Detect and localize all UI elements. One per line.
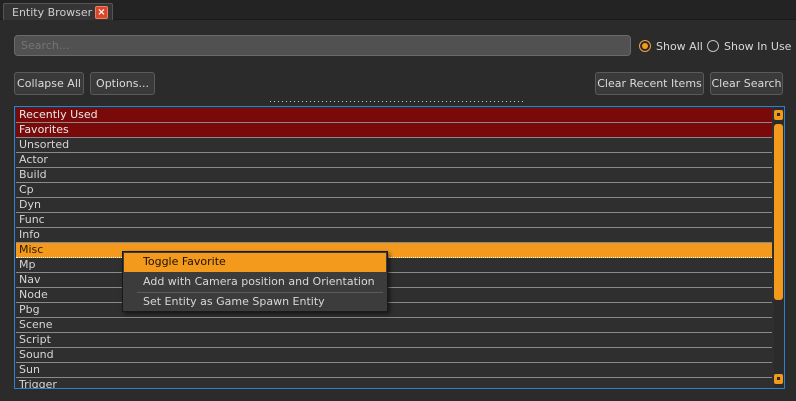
radio-unchecked-icon: [707, 40, 719, 52]
context-menu-item[interactable]: Toggle Favorite: [124, 253, 386, 272]
close-icon[interactable]: ×: [95, 6, 108, 19]
options-button[interactable]: Options...: [90, 72, 155, 95]
radio-checked-icon: [639, 40, 651, 52]
show-in-use-radio[interactable]: Show In Use: [707, 38, 791, 54]
list-item[interactable]: Sun: [16, 363, 772, 378]
clear-search-button[interactable]: Clear Search: [710, 72, 783, 95]
list-item[interactable]: Sound: [16, 348, 772, 363]
list-item[interactable]: Favorites: [16, 123, 772, 138]
show-all-label: Show All: [656, 39, 703, 53]
list-item[interactable]: Actor: [16, 153, 772, 168]
tab-entity-browser[interactable]: Entity Browser ×: [3, 3, 113, 21]
vertical-scrollbar[interactable]: [774, 107, 784, 388]
context-menu-item[interactable]: Set Entity as Game Spawn Entity: [123, 293, 387, 312]
list-item[interactable]: Cp: [16, 183, 772, 198]
list-item[interactable]: Trigger: [16, 378, 772, 388]
context-menu-item[interactable]: Add with Camera position and Orientation: [123, 273, 387, 292]
entity-category-list: Recently Used Favorites Unsorted Actor Build…: [14, 106, 785, 389]
list-item[interactable]: Dyn: [16, 198, 772, 213]
collapse-all-button[interactable]: Collapse All: [14, 72, 84, 95]
list-rows: Recently Used Favorites Unsorted Actor Build…: [16, 108, 772, 388]
show-all-radio[interactable]: Show All: [639, 38, 703, 54]
context-menu: Toggle Favorite Add with Camera position …: [122, 251, 388, 312]
list-item[interactable]: Recently Used: [16, 108, 772, 123]
list-item[interactable]: Unsorted: [16, 138, 772, 153]
scroll-down-icon[interactable]: [774, 374, 783, 384]
list-item[interactable]: Info: [16, 228, 772, 243]
list-item[interactable]: Script: [16, 333, 772, 348]
list-item[interactable]: Scene: [16, 318, 772, 333]
show-in-use-label: Show In Use: [724, 39, 792, 53]
scroll-thumb[interactable]: [774, 124, 783, 300]
splitter-handle[interactable]: [270, 100, 526, 104]
scroll-up-icon[interactable]: [774, 110, 783, 120]
clear-recent-items-button[interactable]: Clear Recent Items: [595, 72, 704, 95]
list-item[interactable]: Func: [16, 213, 772, 228]
search-input[interactable]: [14, 35, 631, 56]
list-item[interactable]: Build: [16, 168, 772, 183]
tab-bar: Entity Browser ×: [0, 0, 796, 21]
tab-title: Entity Browser: [12, 6, 93, 19]
